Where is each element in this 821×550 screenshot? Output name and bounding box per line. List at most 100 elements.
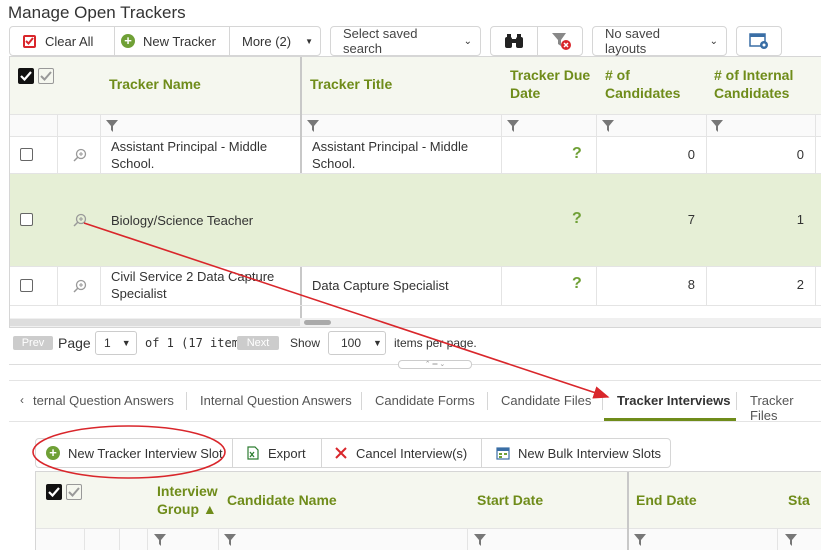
export-label: Export xyxy=(268,445,306,461)
zoom-in-icon[interactable] xyxy=(73,148,87,162)
chevron-down-icon: ▼ xyxy=(121,338,131,348)
splitter-handle[interactable]: ⌃ ═ ⌄ xyxy=(398,360,472,369)
saved-search-placeholder: Select saved search xyxy=(343,26,418,56)
interviews-grid-header xyxy=(36,472,821,528)
candidates-count: 7 xyxy=(687,212,695,227)
filter-icon[interactable] xyxy=(154,534,166,546)
tab-tracker-files[interactable]: Tracker Files xyxy=(750,393,821,423)
select-page-checkbox[interactable] xyxy=(38,68,54,84)
prev-page-button[interactable]: Prev xyxy=(13,336,53,350)
col-num-internal-candidates[interactable]: # of Internal Candidates xyxy=(714,66,814,102)
close-icon xyxy=(335,447,347,459)
col-interview-group[interactable]: Interview Group ▲ xyxy=(157,482,222,518)
per-page-value: 100 xyxy=(341,336,362,350)
plus-circle-icon: + xyxy=(121,34,135,48)
due-date-unknown: ? xyxy=(572,145,582,162)
bulk-label: New Bulk Interview Slots xyxy=(518,445,662,461)
candidates-count: 0 xyxy=(687,147,695,162)
layouts-label: No saved layouts xyxy=(605,26,660,56)
active-tab-indicator xyxy=(604,418,736,421)
new-tracker-button[interactable]: + New Tracker xyxy=(115,27,237,55)
col-status[interactable]: Sta xyxy=(788,491,810,509)
scrollbar-thumb[interactable] xyxy=(304,320,331,325)
select-all-checkbox[interactable] xyxy=(18,68,34,84)
tab-tracker-interviews[interactable]: Tracker Interviews xyxy=(617,393,730,408)
filter-icon[interactable] xyxy=(224,534,236,546)
filter-icon[interactable] xyxy=(711,120,723,132)
due-date-unknown: ? xyxy=(572,275,582,292)
layout-settings-icon xyxy=(749,33,768,49)
select-all-checkbox[interactable] xyxy=(46,484,62,500)
items-per-page-text: items per page. xyxy=(394,336,477,350)
row-checkbox[interactable] xyxy=(20,213,33,226)
scrollbar-track-left xyxy=(10,319,300,326)
tab-candidate-forms[interactable]: Candidate Forms xyxy=(375,393,475,408)
show-label: Show xyxy=(290,336,321,350)
new-bulk-interview-slots-button[interactable]: New Bulk Interview Slots xyxy=(482,439,670,467)
page-label: Page xyxy=(58,335,91,351)
tab-question-answers[interactable]: ternal Question Answers xyxy=(33,393,174,408)
tracker-name-cell[interactable]: Civil Service 2 Data Capture Specialist xyxy=(111,268,296,302)
filter-icon[interactable] xyxy=(307,120,319,132)
saved-search-select[interactable]: Select saved search ⌄ xyxy=(330,26,481,56)
tracker-name-cell[interactable]: Biology/Science Teacher xyxy=(111,212,296,229)
cancel-interviews-button[interactable]: Cancel Interview(s) xyxy=(322,439,481,467)
more-dropdown[interactable]: More (2) ▼ xyxy=(230,27,320,55)
clear-filter-button[interactable] xyxy=(538,27,583,55)
chevron-down-icon: ▼ xyxy=(373,338,382,348)
col-start-date[interactable]: Start Date xyxy=(477,491,543,509)
export-button[interactable]: Export xyxy=(233,439,321,467)
binoculars-button[interactable] xyxy=(491,27,537,55)
filter-icon[interactable] xyxy=(785,534,797,546)
filter-icon[interactable] xyxy=(634,534,646,546)
due-date-unknown: ? xyxy=(572,210,582,227)
page-select-value: 1 xyxy=(104,336,111,350)
row-checkbox[interactable] xyxy=(20,279,33,292)
page-select[interactable]: 1 ▼ xyxy=(95,331,137,355)
filter-icon[interactable] xyxy=(602,120,614,132)
internal-candidates-count: 0 xyxy=(796,147,804,162)
chevron-down-icon: ⌄ xyxy=(709,35,718,47)
filter-icon[interactable] xyxy=(106,120,118,132)
main-toolbar: Clear All + New Tracker More (2) ▼ xyxy=(9,26,321,56)
next-page-button[interactable]: Next xyxy=(237,336,279,350)
plus-circle-icon: + xyxy=(46,446,60,460)
col-tracker-title[interactable]: Tracker Title xyxy=(310,75,392,93)
check-icon xyxy=(48,487,60,498)
caret-down-icon: ▼ xyxy=(305,36,314,46)
col-end-date[interactable]: End Date xyxy=(636,491,697,509)
filter-icon[interactable] xyxy=(507,120,519,132)
tracker-name-cell[interactable]: Assistant Principal - Middle School. xyxy=(111,138,296,172)
clear-all-button[interactable]: Clear All xyxy=(10,27,114,55)
col-candidate-name[interactable]: Candidate Name xyxy=(227,491,337,509)
clear-filter-icon xyxy=(551,33,571,50)
interview-toolbar: + New Tracker Interview Slot Export Canc… xyxy=(35,438,671,468)
check-icon xyxy=(68,487,80,497)
internal-candidates-count: 1 xyxy=(796,212,804,227)
tab-scroll-left-icon[interactable]: ‹ xyxy=(20,393,24,407)
check-icon xyxy=(20,71,32,82)
select-page-checkbox[interactable] xyxy=(66,484,82,500)
col-num-candidates[interactable]: # of Candidates xyxy=(605,66,695,102)
layouts-select[interactable]: No saved layouts ⌄ xyxy=(592,26,727,56)
new-tracker-interview-slot-button[interactable]: + New Tracker Interview Slot xyxy=(36,439,231,467)
zoom-in-icon[interactable] xyxy=(73,279,87,293)
check-icon xyxy=(40,71,52,81)
cancel-label: Cancel Interview(s) xyxy=(356,445,468,461)
tab-internal-question-answers[interactable]: Internal Question Answers xyxy=(200,393,352,408)
candidates-count: 8 xyxy=(687,277,695,292)
layout-settings-button[interactable] xyxy=(736,26,782,56)
col-tracker-name[interactable]: Tracker Name xyxy=(109,75,201,93)
chevron-down-icon: ⌄ xyxy=(463,35,472,47)
filter-icon[interactable] xyxy=(474,534,486,546)
col-tracker-due-date[interactable]: Tracker Due Date xyxy=(510,66,595,102)
internal-candidates-count: 2 xyxy=(796,277,804,292)
zoom-in-icon[interactable] xyxy=(73,213,87,227)
new-tracker-label: New Tracker xyxy=(143,33,216,49)
tracker-title-cell: Data Capture Specialist xyxy=(312,278,449,293)
row-checkbox[interactable] xyxy=(20,148,33,161)
per-page-select[interactable]: 100 ▼ xyxy=(328,331,386,355)
clear-all-label: Clear All xyxy=(45,33,94,49)
tab-candidate-files[interactable]: Candidate Files xyxy=(501,393,591,408)
new-slot-label: New Tracker Interview Slot xyxy=(68,445,223,461)
